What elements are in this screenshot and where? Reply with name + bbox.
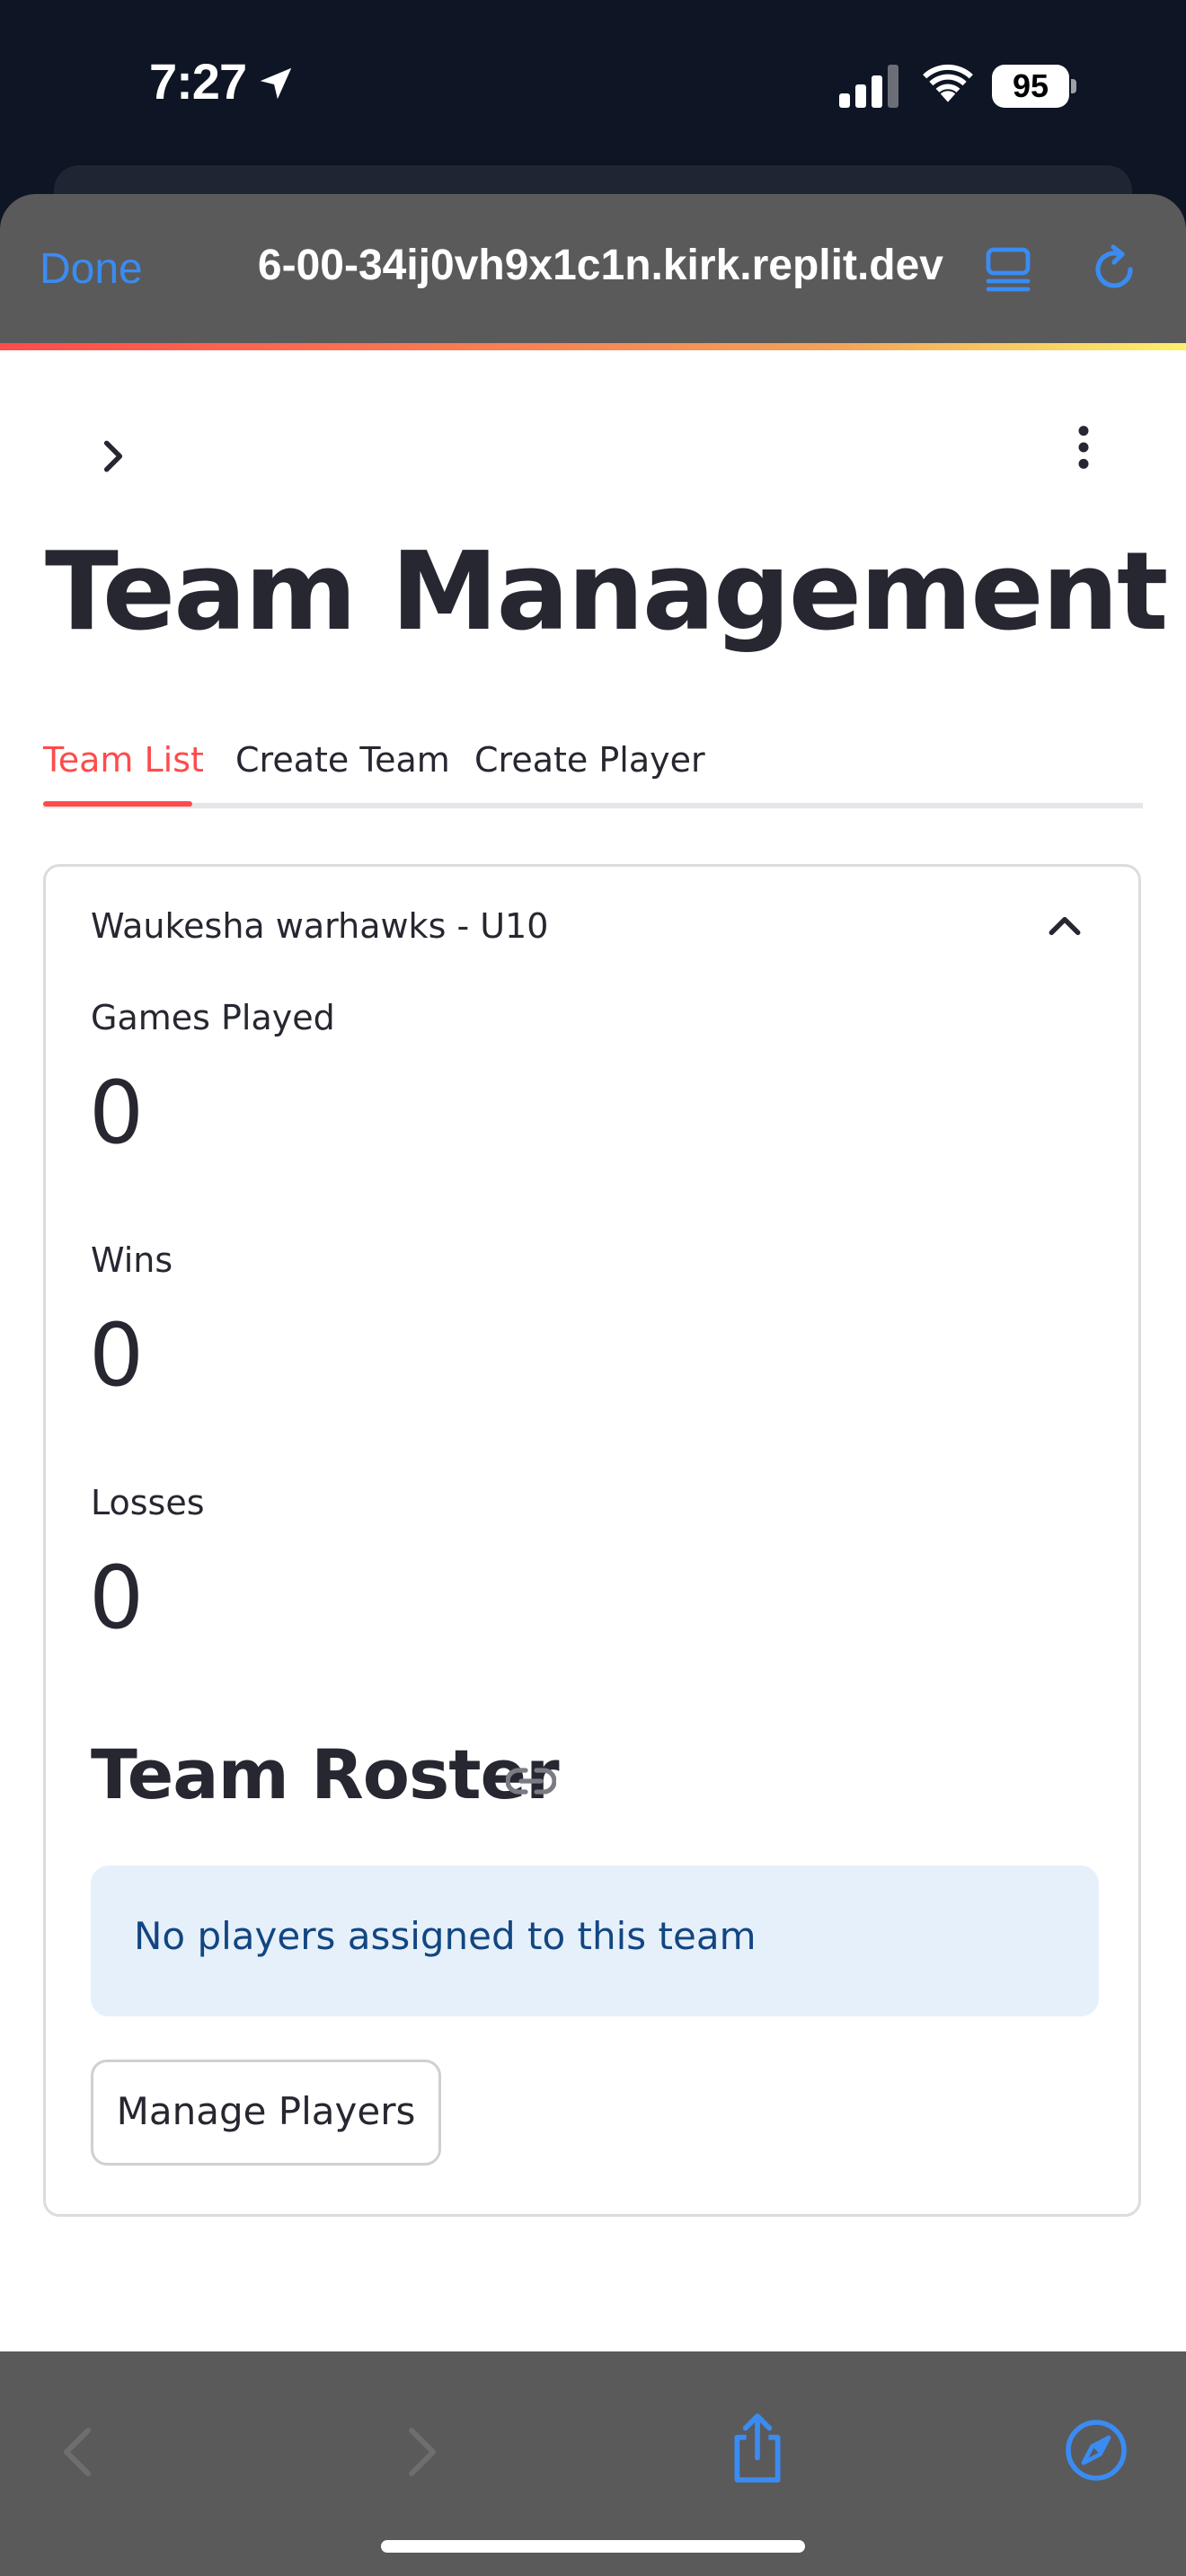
chevron-up-icon[interactable] xyxy=(1045,906,1084,946)
tab-team-list[interactable]: Team List xyxy=(43,728,204,805)
metric-label-wins: Wins xyxy=(91,1240,173,1280)
roster-heading: Team Roster xyxy=(91,1734,560,1814)
more-vertical-icon[interactable] xyxy=(1064,422,1103,472)
forward-arrow-icon[interactable] xyxy=(401,2423,444,2481)
link-icon[interactable] xyxy=(506,1763,556,1799)
address-bar[interactable]: 6-00-34ij0vh9x1c1n.kirk.replit.dev xyxy=(189,234,943,305)
compass-icon[interactable] xyxy=(1064,2418,1128,2483)
roster-info-alert: No players assigned to this team xyxy=(91,1866,1099,2016)
metric-value-losses: 0 xyxy=(89,1548,145,1648)
location-arrow-icon xyxy=(260,67,292,100)
metric-value-wins: 0 xyxy=(89,1305,145,1406)
roster-info-text: No players assigned to this team xyxy=(134,1914,757,1958)
active-tab-indicator xyxy=(43,801,192,807)
team-expander-header[interactable]: Waukesha warhawks - U10 xyxy=(91,906,548,946)
battery-percent: 95 xyxy=(1012,67,1049,104)
page-title: Team Management xyxy=(45,530,1168,655)
team-expander: Waukesha warhawks - U10 Games Played 0 W… xyxy=(43,864,1141,2217)
reader-view-icon[interactable] xyxy=(983,244,1033,295)
wifi-icon xyxy=(923,64,973,102)
tab-create-team[interactable]: Create Team xyxy=(235,728,450,805)
metric-label-games-played: Games Played xyxy=(91,998,335,1037)
tab-create-player[interactable]: Create Player xyxy=(474,728,705,805)
manage-players-button[interactable]: Manage Players xyxy=(91,2060,441,2166)
home-indicator[interactable] xyxy=(381,2540,805,2553)
tab-bar: Team List Create Team Create Player xyxy=(43,728,1143,814)
back-arrow-icon[interactable] xyxy=(56,2423,99,2481)
status-time: 7:27 xyxy=(149,53,247,110)
status-bar: 7:27 95 xyxy=(0,0,1186,219)
reload-icon[interactable] xyxy=(1087,243,1141,296)
metric-value-games-played: 0 xyxy=(89,1063,145,1163)
chevron-right-icon[interactable] xyxy=(93,437,133,476)
share-icon[interactable] xyxy=(726,2411,789,2486)
url-text: 6-00-34ij0vh9x1c1n.kirk.replit.dev xyxy=(257,242,943,289)
battery-indicator: 95 xyxy=(992,65,1078,108)
done-button[interactable]: Done xyxy=(40,244,143,294)
browser-toolbar: Done 6-00-34ij0vh9x1c1n.kirk.replit.dev xyxy=(0,194,1186,345)
app-header-decoration xyxy=(0,343,1186,350)
metric-label-losses: Losses xyxy=(91,1483,205,1522)
cellular-signal-icon xyxy=(839,65,898,108)
page-content: Team Management Team List Create Team Cr… xyxy=(0,350,1186,2351)
browser-bottom-toolbar xyxy=(0,2351,1186,2576)
